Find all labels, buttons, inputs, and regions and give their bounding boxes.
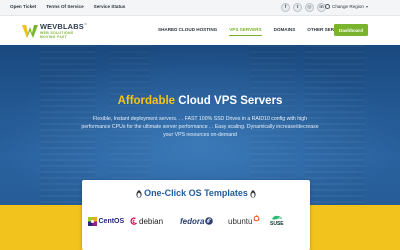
hero-description: Flexible, Instant deployment servers. . … (81, 116, 319, 138)
service-status-link[interactable]: Service Status (94, 4, 126, 9)
open-ticket-link[interactable]: Open Ticket (10, 4, 36, 9)
ubuntu-circle-icon (253, 215, 260, 222)
hero-title: Affordable Cloud VPS Servers (0, 95, 400, 107)
nav-vps-servers[interactable]: VPS SERVERS (229, 27, 262, 36)
centos-label: CentOS (98, 217, 125, 225)
centos-icon (88, 216, 97, 226)
centos-logo[interactable]: CentOS (88, 212, 124, 230)
ubuntu-logo[interactable]: ubuntu (228, 212, 260, 230)
logo-tagline: MOVING FAST (40, 35, 68, 39)
hero-title-rest: Cloud VPS Servers (175, 95, 283, 107)
debian-label: debian (139, 216, 164, 226)
main-nav: SHARED CLOUD HOSTING VPS SERVERS DOMAINS… (158, 27, 351, 36)
dashboard-button[interactable]: Dashboard (334, 24, 368, 36)
terms-of-service-link[interactable]: Terms Of Service (46, 4, 83, 9)
wevblabs-logo[interactable]: WEVBLABS™ WEB SOLUTIONS MOVING FAST (22, 21, 88, 41)
instagram-icon[interactable]: ◎ (305, 3, 314, 12)
fedora-icon (205, 217, 214, 225)
ubuntu-label: ubuntu (228, 216, 253, 226)
suse-logo[interactable]: SUSE (270, 212, 284, 230)
fedora-logo[interactable]: fedora (180, 212, 214, 230)
os-templates-title-text: One-Click OS Templates (144, 188, 248, 198)
hero-title-accent: Affordable (117, 95, 176, 107)
top-links: Open Ticket Terms Of Service Service Sta… (10, 4, 125, 9)
change-region-label: Change Region (332, 4, 364, 9)
nav-shared-cloud-hosting[interactable]: SHARED CLOUD HOSTING (158, 27, 217, 32)
debian-logo[interactable]: debian (130, 212, 163, 230)
main-header: WEVBLABS™ WEB SOLUTIONS MOVING FAST SHAR… (0, 16, 400, 45)
chevron-down-icon: ▾ (365, 4, 368, 9)
facebook-icon[interactable]: f (281, 3, 290, 12)
logo-trademark: ™ (83, 22, 88, 27)
social-links: f t ◎ in (281, 3, 326, 12)
logo-mark-icon (22, 25, 38, 38)
debian-swirl-icon (130, 217, 138, 225)
nav-domains[interactable]: DOMAINS (274, 27, 296, 32)
os-templates-title: One-Click OS Templates (82, 188, 310, 198)
top-bar: Open Ticket Terms Of Service Service Sta… (0, 0, 400, 16)
change-region-button[interactable]: Change Region ▾ (325, 4, 368, 9)
logo-subtitle: WEB SOLUTIONS (40, 30, 74, 35)
globe-icon (325, 4, 330, 9)
twitter-icon[interactable]: t (293, 3, 302, 12)
fedora-label: fedora (180, 216, 205, 226)
os-logo-row: CentOS debian fedora ubuntu SUSE (88, 212, 318, 230)
tux-icon (135, 190, 142, 198)
suse-label: SUSE (270, 221, 284, 227)
tux-icon (250, 190, 257, 198)
